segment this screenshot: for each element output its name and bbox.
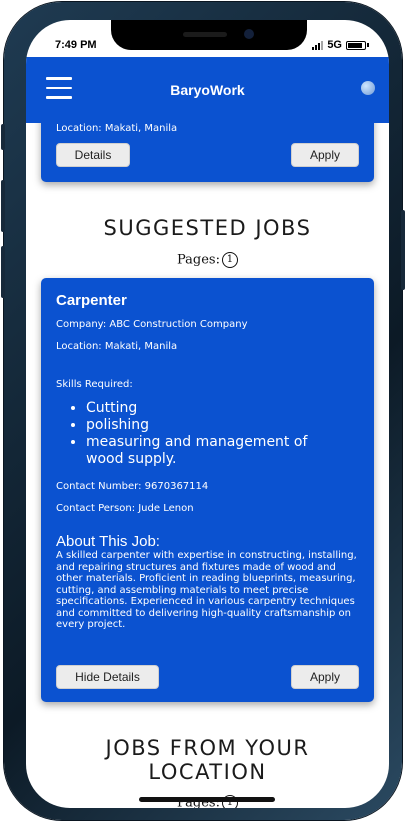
apply-button[interactable]: Apply (291, 143, 359, 167)
power-button (401, 210, 405, 290)
jobs-from-location-heading: JOBS FROM YOUR (105, 736, 310, 760)
notch (111, 20, 307, 50)
home-indicator[interactable] (139, 797, 275, 802)
about-text: A skilled carpenter with expertise in co… (56, 550, 357, 630)
pages-label: Pages: (177, 252, 220, 268)
battery-icon (346, 40, 366, 50)
skill-item: polishing (86, 417, 341, 434)
job-location: Location: Makati, Manila (56, 341, 178, 352)
signal-icon (312, 40, 324, 50)
apply-button[interactable]: Apply (291, 665, 359, 689)
about-heading: About This Job: (56, 533, 160, 550)
camera-icon (244, 29, 254, 39)
job-company: Company: ABC Construction Company (56, 319, 248, 330)
top-navbar: BaryoWork (26, 57, 389, 123)
skill-item: measuring and management of wood supply. (86, 434, 341, 468)
jobs-from-location-heading-line2: LOCATION (148, 760, 267, 784)
contact-number: Contact Number: 9670367114 (56, 481, 209, 492)
details-button[interactable]: Details (56, 143, 130, 167)
suggested-jobs-heading: SUGGESTED JOBS (103, 216, 312, 240)
phone-screen: 7:49 PM 5G Location: Makati, Manila Deta… (26, 20, 389, 808)
volume-up-button (1, 180, 5, 232)
hide-details-button[interactable]: Hide Details (56, 665, 159, 689)
battery-cap (367, 43, 369, 47)
status-time: 7:49 PM (55, 39, 97, 51)
network-label: 5G (327, 39, 342, 51)
skills-label: Skills Required: (56, 379, 133, 390)
profile-avatar-icon[interactable] (361, 81, 375, 95)
job-card-carpenter: Carpenter Company: ABC Construction Comp… (41, 278, 374, 702)
speaker-grille (183, 32, 227, 37)
brand-title: BaryoWork (170, 82, 245, 98)
pagination: Pages: 1 (26, 252, 389, 268)
skills-list: Cutting polishing measuring and manageme… (56, 400, 341, 468)
job-title: Carpenter (56, 292, 127, 309)
mute-switch (1, 124, 5, 150)
contact-person: Contact Person: Jude Lenon (56, 503, 194, 514)
phone-frame: 7:49 PM 5G Location: Makati, Manila Deta… (1, 2, 405, 820)
skill-item: Cutting (86, 400, 341, 417)
job-location: Location: Makati, Manila (56, 123, 178, 134)
volume-down-button (1, 246, 5, 298)
page-1-button[interactable]: 1 (221, 252, 238, 268)
